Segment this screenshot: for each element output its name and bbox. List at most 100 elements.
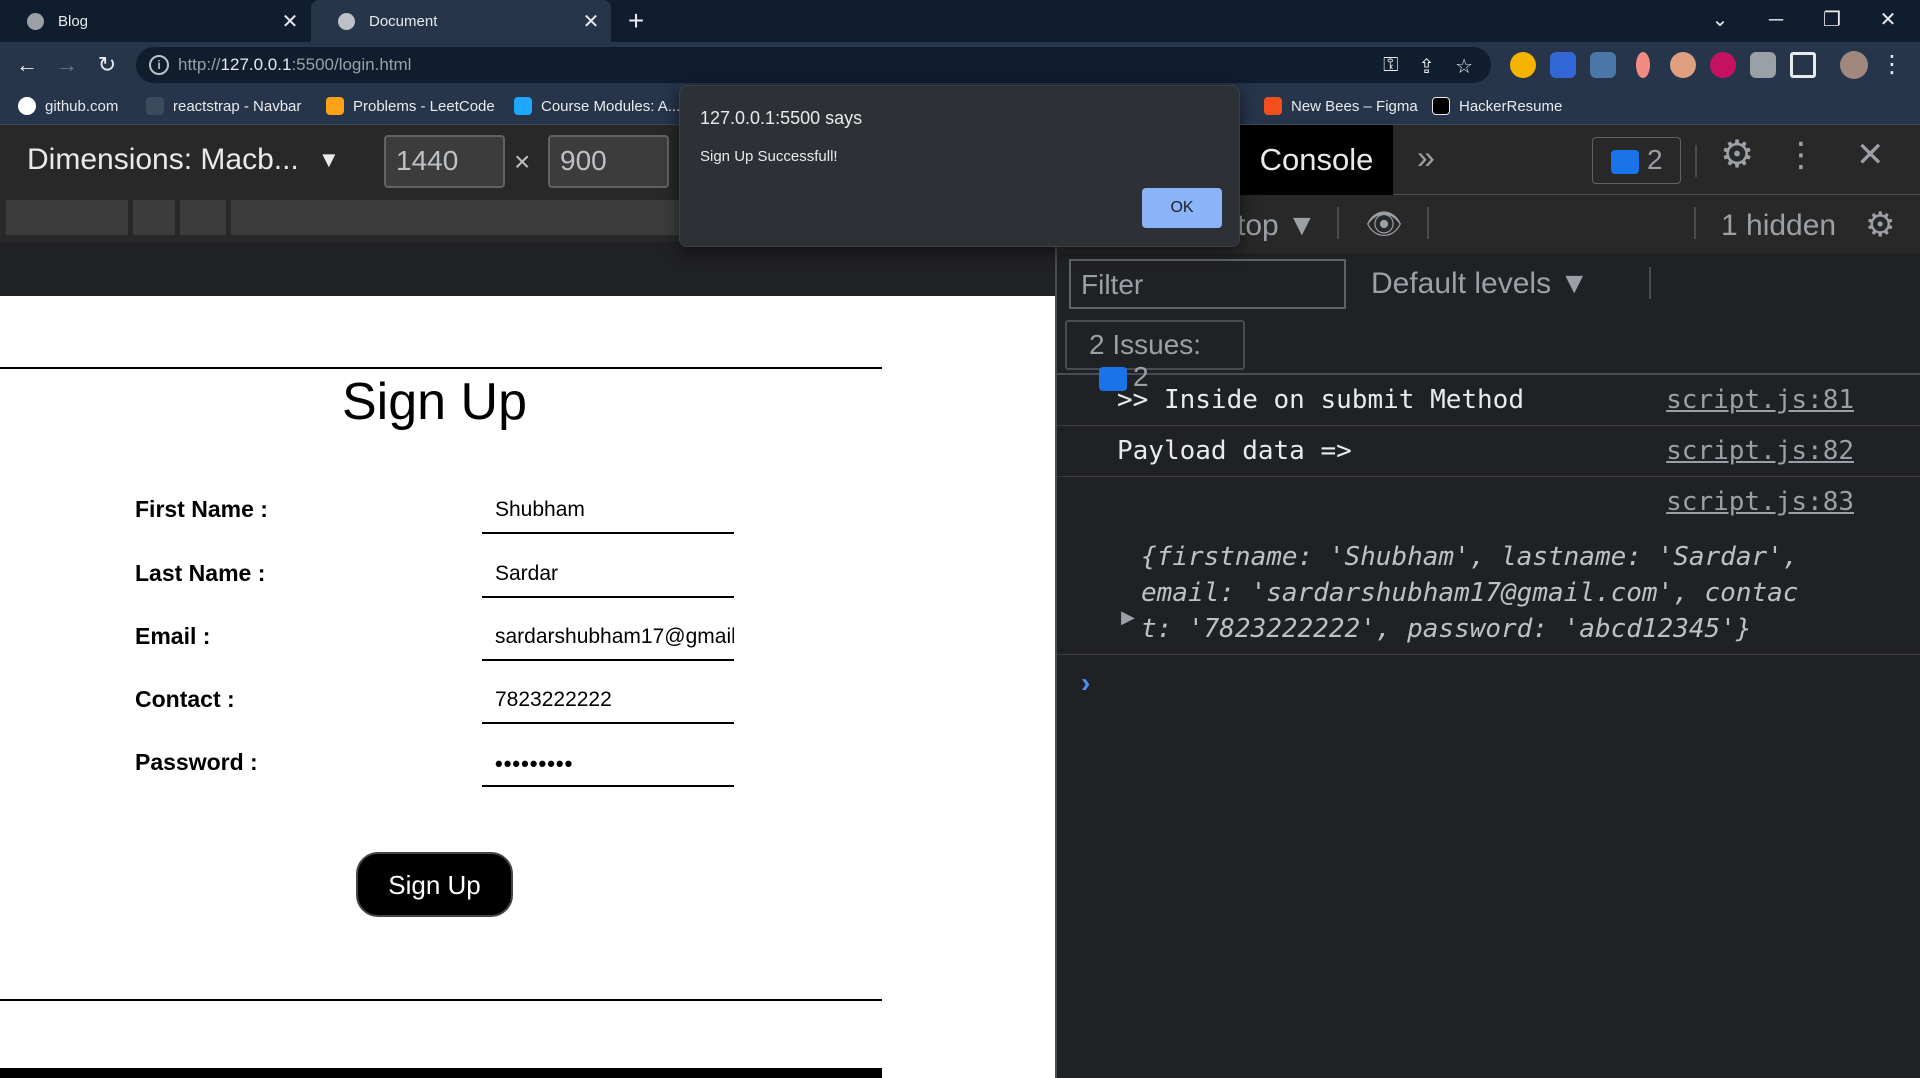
tab-blog[interactable]: Blog ✕ bbox=[0, 0, 310, 42]
avatar[interactable] bbox=[1840, 51, 1868, 79]
filter-row: Filter Default levels ▼ bbox=[1057, 253, 1920, 313]
new-tab-button[interactable]: + bbox=[622, 5, 650, 37]
bookmark-reactstrap[interactable]: reactstrap - Navbar bbox=[146, 88, 301, 124]
last-name-input[interactable]: Sardar bbox=[482, 558, 734, 598]
leetcode-icon bbox=[326, 97, 344, 115]
bookmark-leetcode[interactable]: Problems - LeetCode bbox=[326, 88, 495, 124]
close-icon[interactable]: ✕ bbox=[1856, 135, 1885, 175]
ok-button[interactable]: OK bbox=[1142, 188, 1222, 228]
field-label: Email : bbox=[135, 623, 211, 649]
form-row-email: Email : sardarshubham17@gmail.com bbox=[135, 621, 735, 671]
sun-extension-icon[interactable] bbox=[1510, 52, 1536, 78]
alert-message: Sign Up Successfull! bbox=[700, 148, 838, 165]
expand-triangle-icon[interactable]: ▶ bbox=[1121, 607, 1135, 628]
browser-menu-icon[interactable]: ⋮ bbox=[1880, 50, 1904, 79]
password-input[interactable]: ••••••••• bbox=[482, 747, 734, 787]
log-levels-dropdown[interactable]: Default levels ▼ bbox=[1371, 267, 1589, 301]
minimize-button[interactable]: ─ bbox=[1748, 0, 1804, 40]
log-source-link[interactable]: script.js:83 bbox=[1666, 487, 1854, 517]
bookmark-figma[interactable]: New Bees – Figma bbox=[1264, 88, 1418, 124]
close-window-button[interactable]: ✕ bbox=[1860, 0, 1916, 40]
bookmark-hackerresume[interactable]: HackerResume bbox=[1432, 88, 1562, 124]
object-preview-line[interactable]: {firstname: 'Shubham', lastname: 'Sardar… bbox=[1141, 539, 1861, 575]
console-prompt-icon[interactable]: › bbox=[1081, 667, 1090, 699]
figma-icon bbox=[1264, 97, 1282, 115]
share-icon[interactable]: ⇪ bbox=[1418, 54, 1435, 79]
first-name-input[interactable]: Shubham bbox=[482, 494, 734, 534]
star-icon[interactable]: ☆ bbox=[1455, 54, 1473, 79]
log-source-link[interactable]: script.js:82 bbox=[1666, 436, 1854, 466]
tab-console[interactable]: Console bbox=[1240, 125, 1393, 195]
email-input[interactable]: sardarshubham17@gmail.com bbox=[482, 621, 734, 661]
forward-icon[interactable]: → bbox=[52, 50, 82, 80]
close-tab-icon[interactable]: ✕ bbox=[270, 9, 310, 34]
ring-extension-icon[interactable] bbox=[1710, 52, 1736, 78]
react-icon bbox=[146, 97, 164, 115]
filter-input[interactable]: Filter bbox=[1069, 259, 1346, 309]
close-tab-icon[interactable]: ✕ bbox=[571, 9, 611, 34]
page-title: Sign Up bbox=[342, 373, 527, 431]
contact-input[interactable]: 7823222222 bbox=[482, 684, 734, 724]
object-preview-line[interactable]: t: '7823222222', password: 'abcd12345'} bbox=[1141, 611, 1861, 647]
context-selector[interactable]: top ▼ bbox=[1237, 209, 1317, 243]
cloud-icon bbox=[514, 97, 532, 115]
settings-gear-icon[interactable]: ⚙ bbox=[1717, 135, 1757, 175]
viewport-gap bbox=[0, 242, 1055, 296]
device-height-input[interactable]: 900 bbox=[548, 135, 669, 188]
address-bar[interactable]: i http://127.0.0.1:5500/login.html ⚿ ⇪ ☆ bbox=[136, 47, 1491, 83]
alert-dialog: 127.0.0.1:5500 says Sign Up Successfull!… bbox=[679, 85, 1240, 247]
object-preview-line[interactable]: email: 'sardarshubham17@gmail.com', cont… bbox=[1141, 575, 1861, 611]
media-query-segment[interactable] bbox=[6, 200, 128, 235]
tab-strip: Blog ✕ Document ✕ + ⌄ ─ ❐ ✕ bbox=[0, 0, 1920, 42]
globe-icon bbox=[27, 12, 44, 30]
devtools-menu-icon[interactable]: ⋮ bbox=[1784, 135, 1818, 175]
media-query-segment[interactable] bbox=[180, 200, 226, 235]
url-text[interactable]: http://127.0.0.1:5500/login.html bbox=[178, 55, 411, 75]
separator bbox=[1694, 207, 1696, 239]
log-source-link[interactable]: script.js:81 bbox=[1666, 385, 1854, 415]
console-settings-gear-icon[interactable]: ⚙ bbox=[1865, 205, 1895, 245]
separator bbox=[1695, 145, 1697, 177]
separator bbox=[1427, 207, 1429, 239]
form-row-last-name: Last Name : Sardar bbox=[135, 558, 735, 608]
tab-search-icon[interactable]: ⌄ bbox=[1692, 0, 1748, 40]
field-label: First Name : bbox=[135, 496, 268, 522]
form-row-password: Password : ••••••••• bbox=[135, 747, 735, 797]
devtools-panel: Console » 2 ⚙ ⋮ ✕ top ▼ 👁 1 hidden ⚙ Fil… bbox=[1055, 125, 1920, 1078]
device-dimensions-dropdown[interactable]: Dimensions: Macb... bbox=[27, 143, 299, 177]
bookmark-github[interactable]: github.com bbox=[18, 88, 118, 124]
issues-chip[interactable]: 2 Issues:2 bbox=[1065, 320, 1245, 392]
drop-extension-icon[interactable] bbox=[1636, 52, 1650, 78]
more-tabs-icon[interactable]: » bbox=[1417, 139, 1435, 176]
key-icon[interactable]: ⚿ bbox=[1383, 54, 1398, 79]
owl-extension-icon[interactable] bbox=[1670, 52, 1696, 78]
hackerresume-icon bbox=[1432, 97, 1450, 115]
media-query-segment[interactable] bbox=[133, 200, 175, 235]
puzzle-icon[interactable] bbox=[1750, 52, 1776, 78]
github-icon bbox=[18, 97, 36, 115]
tab-title: Document bbox=[369, 12, 438, 30]
back-icon[interactable]: ← bbox=[12, 50, 42, 80]
form-row-contact: Contact : 7823222222 bbox=[135, 684, 735, 734]
sign-up-button[interactable]: Sign Up bbox=[356, 852, 513, 917]
issues-button[interactable]: 2 bbox=[1592, 137, 1681, 184]
field-label: Last Name : bbox=[135, 560, 266, 586]
folder-extension-icon[interactable] bbox=[1550, 52, 1576, 78]
log-message: >> Inside on submit Method bbox=[1117, 385, 1524, 415]
bookmark-course-modules[interactable]: Course Modules: A... bbox=[514, 88, 680, 124]
dimension-times: × bbox=[514, 146, 531, 177]
alert-header: 127.0.0.1:5500 says bbox=[700, 108, 863, 128]
divider bbox=[0, 999, 882, 1001]
restore-button[interactable]: ❐ bbox=[1804, 0, 1860, 40]
field-label: Password : bbox=[135, 749, 258, 775]
device-width-input[interactable]: 1440 bbox=[384, 135, 505, 188]
extensions-area bbox=[1510, 52, 1816, 78]
separator bbox=[1649, 267, 1651, 299]
side-panel-icon[interactable] bbox=[1790, 52, 1816, 78]
tab-document[interactable]: Document ✕ bbox=[311, 0, 611, 42]
caret-down-icon[interactable]: ▼ bbox=[318, 147, 340, 173]
reload-icon[interactable]: ↻ bbox=[92, 50, 122, 80]
site-info-icon[interactable]: i bbox=[149, 55, 169, 75]
vk-extension-icon[interactable] bbox=[1590, 52, 1616, 78]
eye-icon[interactable]: 👁 bbox=[1365, 207, 1405, 241]
